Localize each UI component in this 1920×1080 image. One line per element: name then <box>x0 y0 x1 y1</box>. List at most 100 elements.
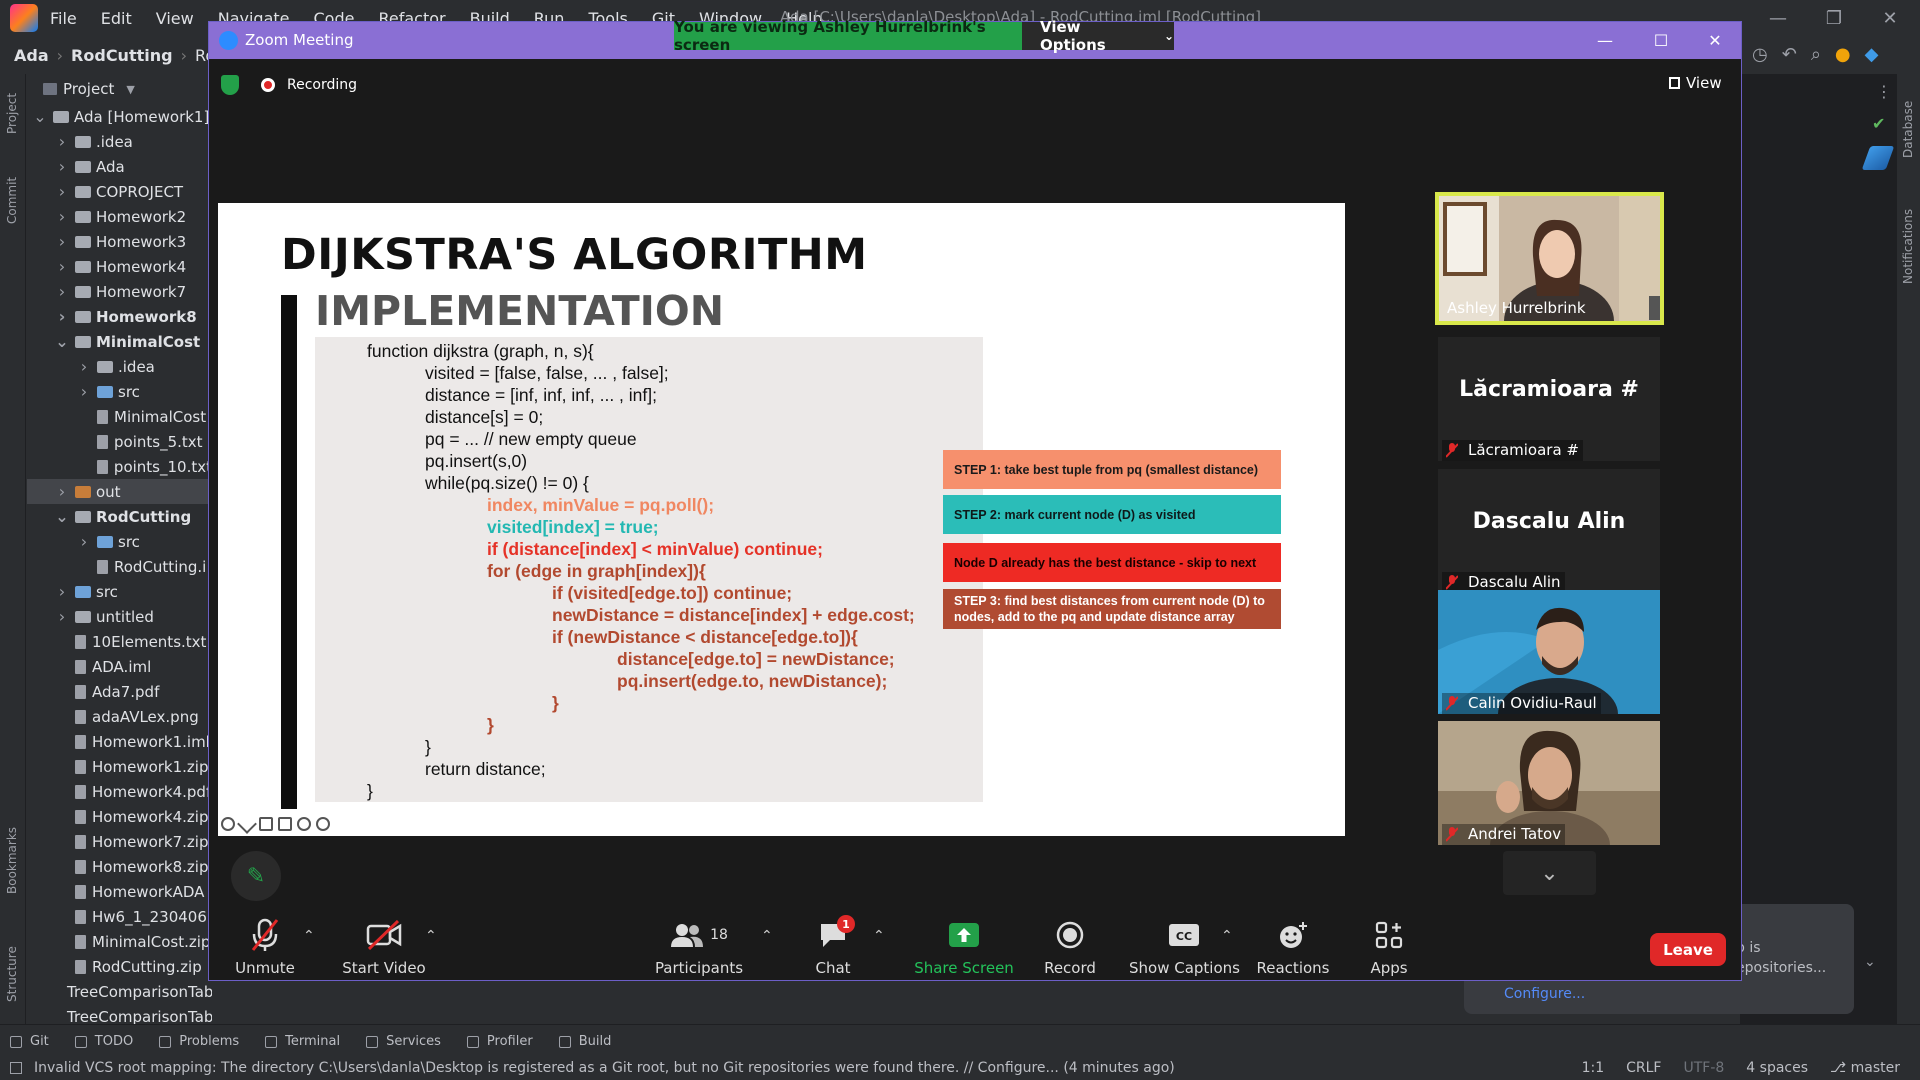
breadcrumb-item[interactable]: Ada <box>14 46 49 65</box>
chevron-right-icon[interactable]: › <box>55 182 69 201</box>
tree-row[interactable]: points_10.txt <box>27 454 212 479</box>
tree-row[interactable]: › Homework3 <box>27 229 212 254</box>
tree-row[interactable]: TreeComparisonTable10000.png <box>27 979 212 1004</box>
more-options-icon[interactable]: ⋮ <box>1876 82 1892 101</box>
breadcrumb-item[interactable]: RodCutting <box>71 46 173 65</box>
file-encoding[interactable]: UTF-8 <box>1683 1060 1724 1076</box>
bookmarks-tool-tab[interactable]: Bookmarks <box>5 827 19 894</box>
tree-row[interactable]: 10Elements.txt <box>27 629 212 654</box>
tree-row[interactable]: Homework1.iml <box>27 729 212 754</box>
tree-row[interactable]: › src <box>27 529 212 554</box>
tree-row[interactable]: › Homework8 <box>27 304 212 329</box>
tree-row[interactable]: › COPROJECT <box>27 179 212 204</box>
captions-icon[interactable] <box>259 817 273 831</box>
toolbox-icon[interactable]: ◆ <box>1865 44 1879 65</box>
record-button[interactable]: Record <box>1035 917 1105 977</box>
tool-window-services[interactable]: Services <box>366 1034 441 1049</box>
chevron-right-icon[interactable]: › <box>55 482 69 501</box>
tool-window-git[interactable]: Git <box>10 1034 49 1049</box>
indent-setting[interactable]: 4 spaces <box>1746 1060 1808 1076</box>
participants-button[interactable]: 18 Participants <box>654 917 744 977</box>
chevron-right-icon[interactable]: › <box>55 232 69 251</box>
chevron-right-icon[interactable]: › <box>55 607 69 626</box>
view-options-button[interactable]: View Options ⌄ <box>1022 18 1174 54</box>
encryption-shield-icon[interactable] <box>221 75 239 95</box>
menu-item-view[interactable]: View <box>156 9 194 28</box>
tree-row[interactable]: ⌄ RodCutting <box>27 504 212 529</box>
chevron-down-icon[interactable]: ⌄ <box>55 507 69 526</box>
chevron-up-icon[interactable]: ⌃ <box>873 928 885 944</box>
chevron-down-icon[interactable]: ⌄ <box>33 107 47 126</box>
tree-row[interactable]: Homework7.zip <box>27 829 212 854</box>
chevron-down-icon[interactable]: ⌄ <box>1864 954 1876 970</box>
participant-tile[interactable]: Ashley Hurrelbrink <box>1435 192 1664 325</box>
maximize-icon[interactable]: ❐ <box>1806 0 1862 36</box>
close-icon[interactable]: ✕ <box>1687 22 1743 59</box>
menu-item-edit[interactable]: Edit <box>101 9 132 28</box>
annotate-pen-icon[interactable]: ✎ <box>231 851 281 901</box>
tool-window-profiler[interactable]: Profiler <box>466 1034 533 1049</box>
search-icon[interactable]: ⌕ <box>1811 44 1821 65</box>
tree-row[interactable]: Homework1.zip <box>27 754 212 779</box>
chevron-down-icon[interactable]: ⌄ <box>1503 851 1596 895</box>
chevron-right-icon[interactable]: › <box>77 532 91 551</box>
pen-icon[interactable] <box>237 814 257 834</box>
participant-tile[interactable]: Calin Ovidiu-Raul <box>1438 590 1660 714</box>
tree-row[interactable]: HomeworkADA <box>27 879 212 904</box>
tree-row[interactable]: MinimalCost.zip <box>27 929 212 954</box>
chevron-up-icon[interactable]: ⌃ <box>303 928 315 944</box>
tool-window-problems[interactable]: Problems <box>159 1034 239 1049</box>
video-icon[interactable] <box>278 817 292 831</box>
tree-row[interactable]: ⌄ MinimalCost <box>27 329 212 354</box>
chevron-right-icon[interactable]: › <box>55 307 69 326</box>
chat-button[interactable]: 1 Chat <box>803 915 863 977</box>
apps-button[interactable]: Apps <box>1359 917 1419 977</box>
chevron-up-icon[interactable]: ⌃ <box>425 928 437 944</box>
chevron-right-icon[interactable]: › <box>55 157 69 176</box>
tree-row[interactable]: Homework4.pdf <box>27 779 212 804</box>
tree-row[interactable]: Ada7.pdf <box>27 679 212 704</box>
minimize-icon[interactable]: — <box>1577 22 1633 59</box>
tree-row[interactable]: › Homework7 <box>27 279 212 304</box>
project-tool-tab[interactable]: Project <box>5 93 19 134</box>
caret-position[interactable]: 1:1 <box>1582 1060 1605 1076</box>
chevron-right-icon[interactable]: › <box>55 132 69 151</box>
tool-window-terminal[interactable]: Terminal <box>265 1034 340 1049</box>
tree-row[interactable]: Homework4.zip <box>27 804 212 829</box>
tree-row[interactable]: › .idea <box>27 354 212 379</box>
menu-item-file[interactable]: File <box>50 9 77 28</box>
chevron-up-icon[interactable]: ⌃ <box>1221 928 1233 944</box>
chevron-right-icon[interactable]: › <box>55 582 69 601</box>
participant-tile[interactable]: Lăcramioara # Lăcramioara # <box>1438 337 1660 461</box>
tree-row[interactable]: RodCutting.i <box>27 554 212 579</box>
tree-row[interactable]: › Homework2 <box>27 204 212 229</box>
chevron-right-icon[interactable]: › <box>77 357 91 376</box>
participant-tile[interactable]: Dascalu Alin Dascalu Alin <box>1438 469 1660 593</box>
leave-button[interactable]: Leave <box>1650 933 1726 966</box>
database-tool-tab[interactable]: Database <box>1901 101 1915 158</box>
tree-row[interactable]: Homework8.zip <box>27 854 212 879</box>
share-screen-button[interactable]: Share Screen <box>909 917 1019 977</box>
tree-row[interactable]: › out <box>27 479 212 504</box>
tree-row[interactable]: ⌄ Ada [Homework1] <box>27 104 212 129</box>
forward-icon[interactable] <box>316 817 330 831</box>
tree-row[interactable]: points_5.txt <box>27 429 212 454</box>
configure-link[interactable]: Configure... <box>1504 986 1585 1002</box>
tree-row[interactable]: MinimalCost <box>27 404 212 429</box>
tree-row[interactable]: › Ada <box>27 154 212 179</box>
tree-row[interactable]: › untitled <box>27 604 212 629</box>
status-toggle-icon[interactable] <box>10 1062 22 1074</box>
chevron-up-icon[interactable]: ⌃ <box>761 928 773 944</box>
more-icon[interactable] <box>297 817 311 831</box>
start-video-button[interactable]: Start Video <box>339 917 429 977</box>
notifications-tool-tab[interactable]: Notifications <box>1901 209 1915 284</box>
line-separator[interactable]: CRLF <box>1626 1060 1661 1076</box>
project-panel-header[interactable]: Project ▼ <box>27 74 212 104</box>
chevron-down-icon[interactable]: ⌄ <box>55 332 69 351</box>
show-captions-button[interactable]: CC Show Captions <box>1129 917 1240 977</box>
back-icon[interactable] <box>221 817 235 831</box>
tree-row[interactable]: › Homework4 <box>27 254 212 279</box>
tool-window-todo[interactable]: TODO <box>74 1034 133 1049</box>
git-branch[interactable]: ⎇ master <box>1830 1060 1900 1076</box>
chevron-right-icon[interactable]: › <box>77 382 91 401</box>
